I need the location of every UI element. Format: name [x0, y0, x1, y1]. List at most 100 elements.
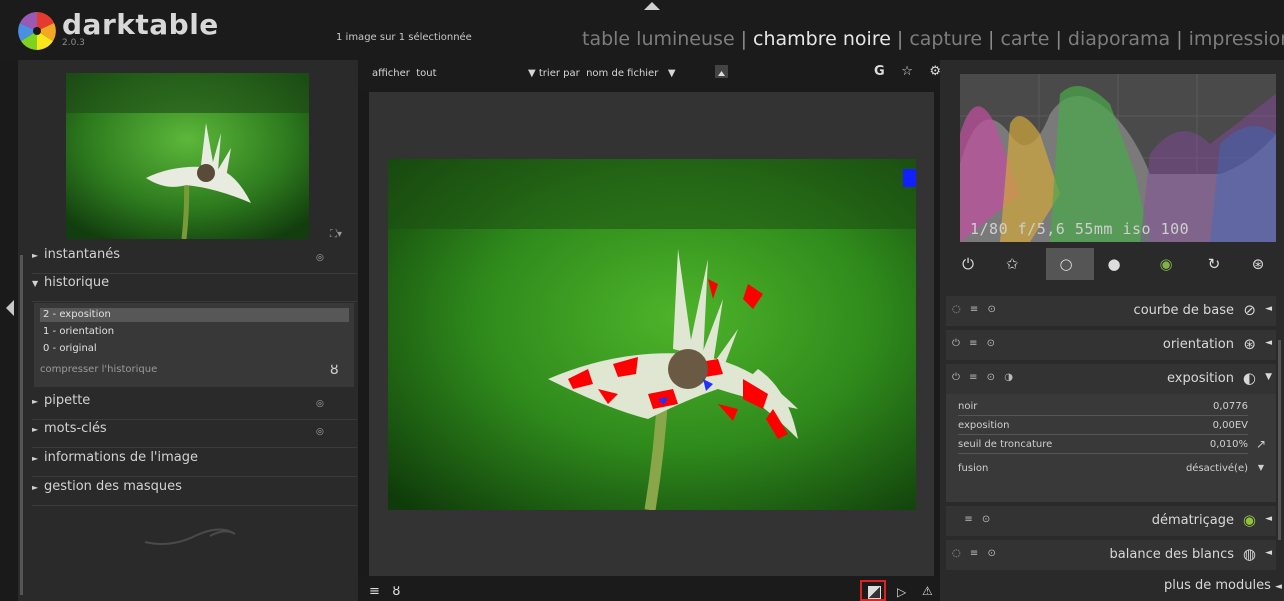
color-picker-icon[interactable]: ↗ — [1256, 437, 1266, 451]
reset-icon[interactable]: ◎ — [316, 427, 324, 437]
collapse-left-panel-arrow-icon[interactable] — [6, 300, 14, 316]
create-style-icon[interactable]: ȣ — [330, 362, 339, 378]
module-name: dématriçage — [1151, 513, 1234, 528]
module-name: exposition — [1167, 371, 1234, 386]
dropdown-arrow-icon: ▼ — [528, 68, 536, 79]
bottom-left-icons: ≡ ȣ — [369, 584, 400, 599]
view-switcher: table lumineuse | chambre noire | capture | ca… — [582, 28, 1284, 50]
black-level-slider[interactable]: noir 0,0776 — [958, 401, 1266, 419]
history-item[interactable]: 1 - orientation — [40, 325, 349, 339]
overexposure-icon — [868, 586, 881, 599]
darktable-logo-icon — [18, 12, 56, 50]
module-controls-icon[interactable]: ◌ ≡ ⊙ — [952, 304, 999, 315]
panel-label: historique — [44, 275, 110, 290]
left-panel-scrollbar[interactable] — [20, 255, 23, 595]
right-panel-scrollbar[interactable] — [1278, 340, 1281, 540]
collapsed-arrow-icon: ◄ — [1265, 514, 1272, 524]
thumbnail-zoom-menu[interactable]: ⛶▾ — [330, 229, 342, 240]
panel-label: informations de l'image — [44, 450, 198, 465]
sort-control[interactable]: ▼ trier par nom de fichier ▼ — [528, 68, 676, 79]
navigation-thumbnail[interactable] — [66, 73, 309, 239]
slider-track — [958, 434, 1248, 435]
module-demosaic[interactable]: ≡ ⊙ dématriçage ◉ ◄ — [946, 506, 1276, 536]
app-version: 2.0.3 — [62, 38, 85, 48]
basic-group-circle-icon[interactable]: ○ — [1056, 254, 1076, 274]
base-curve-icon: ⊘ — [1243, 301, 1256, 319]
slider-value: 0,00EV — [1212, 420, 1248, 431]
slider-track — [958, 415, 1248, 416]
module-controls-icon[interactable]: ⏻ ≡ ⊙ ◑ — [952, 372, 1016, 383]
module-orientation[interactable]: ⏻ ≡ ⊙ orientation ⊛ ◄ — [946, 330, 1276, 360]
module-controls-icon[interactable]: ◌ ≡ ⊙ — [952, 548, 999, 559]
exif-info: 1/80 f/5,6 55mm iso 100 — [970, 220, 1190, 238]
effects-group-icon[interactable]: ⊛ — [1248, 254, 1268, 274]
collapsed-arrow-icon: ◄ — [1265, 304, 1272, 314]
gamut-check-icon[interactable]: ⚠ — [922, 584, 933, 598]
view-slideshow[interactable]: diaporama — [1068, 28, 1170, 50]
filter-label: afficher — [372, 68, 410, 79]
styles-icon[interactable]: ȣ — [392, 584, 400, 599]
slider-label: exposition — [958, 420, 1010, 431]
histogram[interactable] — [960, 74, 1276, 242]
module-name: balance des blancs — [1109, 547, 1234, 562]
favorites-star-icon[interactable]: ✩ — [1002, 254, 1022, 274]
sort-direction-button[interactable] — [715, 65, 728, 78]
module-name: courbe de base — [1133, 303, 1234, 318]
collapsed-arrow-icon: ► — [32, 251, 39, 260]
panel-label: instantanés — [44, 247, 121, 262]
slider-label: noir — [958, 401, 978, 412]
decorative-swirl-icon — [144, 528, 236, 545]
module-controls-icon[interactable]: ≡ ⊙ — [952, 514, 993, 525]
top-right-icons[interactable]: G ☆ ⚙ — [874, 64, 947, 79]
panel-color-picker[interactable]: ► pipette ◎ — [32, 393, 357, 420]
softproof-icon[interactable]: ▷ — [897, 585, 906, 599]
blend-label: fusion — [958, 463, 989, 474]
expanded-arrow-icon: ▼ — [32, 279, 39, 288]
power-icon[interactable]: ⏻ — [958, 254, 978, 274]
blend-value: désactivé(e) — [1185, 463, 1248, 474]
blend-mode-select[interactable]: fusion désactivé(e) ▼ — [958, 463, 1266, 481]
panel-mask-manager[interactable]: ► gestion des masques — [32, 479, 357, 506]
panel-label: mots-clés — [44, 421, 107, 436]
white-balance-icon: ◍ — [1242, 545, 1256, 563]
module-base-curve[interactable]: ◌ ≡ ⊙ courbe de base ⊘ ◄ — [946, 296, 1276, 326]
orientation-icon: ⊛ — [1243, 335, 1256, 353]
filter-value: tout — [416, 68, 437, 79]
history-item[interactable]: 0 - original — [40, 342, 349, 356]
panel-tagging[interactable]: ► mots-clés ◎ — [32, 421, 357, 448]
collapsed-arrow-icon: ◄ — [1275, 582, 1282, 592]
view-print[interactable]: impression — [1189, 28, 1284, 50]
presets-menu-icon[interactable]: ≡ — [369, 584, 380, 599]
more-modules-button[interactable]: plus de modules ◄ — [1164, 578, 1282, 593]
panel-history[interactable]: ▼ historique — [32, 275, 357, 302]
history-item[interactable]: 2 - exposition — [40, 308, 349, 322]
slider-value: 0,010% — [1209, 439, 1248, 450]
slider-value: 0,0776 — [1213, 401, 1248, 412]
filter-control[interactable]: afficher tout — [372, 68, 437, 79]
module-group-bar: ⏻ ✩ ○ ● ◉ ↻ ⊛ — [946, 246, 1284, 282]
correction-group-icon[interactable]: ↻ — [1204, 254, 1224, 274]
main-image[interactable] — [388, 159, 916, 510]
module-exposure[interactable]: ⏻ ≡ ⊙ ◑ exposition ◐ ▼ — [946, 364, 1276, 394]
collapsed-arrow-icon: ► — [32, 454, 39, 463]
view-map[interactable]: carte — [1000, 28, 1049, 50]
selection-count: 1 image sur 1 sélectionnée — [336, 32, 472, 43]
module-white-balance[interactable]: ◌ ≡ ⊙ balance des blancs ◍ ◄ — [946, 540, 1276, 570]
panel-label: pipette — [44, 393, 91, 408]
compress-history-button[interactable]: compresser l'historique — [40, 364, 157, 375]
color-group-icon[interactable]: ◉ — [1156, 254, 1176, 274]
module-controls-icon[interactable]: ⏻ ≡ ⊙ — [952, 338, 998, 349]
exposure-slider[interactable]: exposition 0,00EV — [958, 420, 1266, 438]
clipping-threshold-slider[interactable]: seuil de troncature 0,010% ↗ — [958, 437, 1266, 457]
view-darkroom[interactable]: chambre noire — [753, 28, 891, 50]
tone-group-icon[interactable]: ● — [1104, 254, 1124, 274]
panel-snapshots[interactable]: ► instantanés ◎ — [32, 247, 357, 274]
reset-icon[interactable]: ◎ — [316, 253, 324, 263]
expanded-arrow-icon: ▼ — [1265, 372, 1272, 382]
collapsed-arrow-icon: ► — [32, 483, 39, 492]
panel-image-information[interactable]: ► informations de l'image — [32, 450, 357, 477]
view-capture[interactable]: capture — [909, 28, 982, 50]
view-lighttable[interactable]: table lumineuse — [582, 28, 735, 50]
reset-icon[interactable]: ◎ — [316, 399, 324, 409]
collapse-top-panel-arrow-icon[interactable] — [644, 2, 660, 10]
